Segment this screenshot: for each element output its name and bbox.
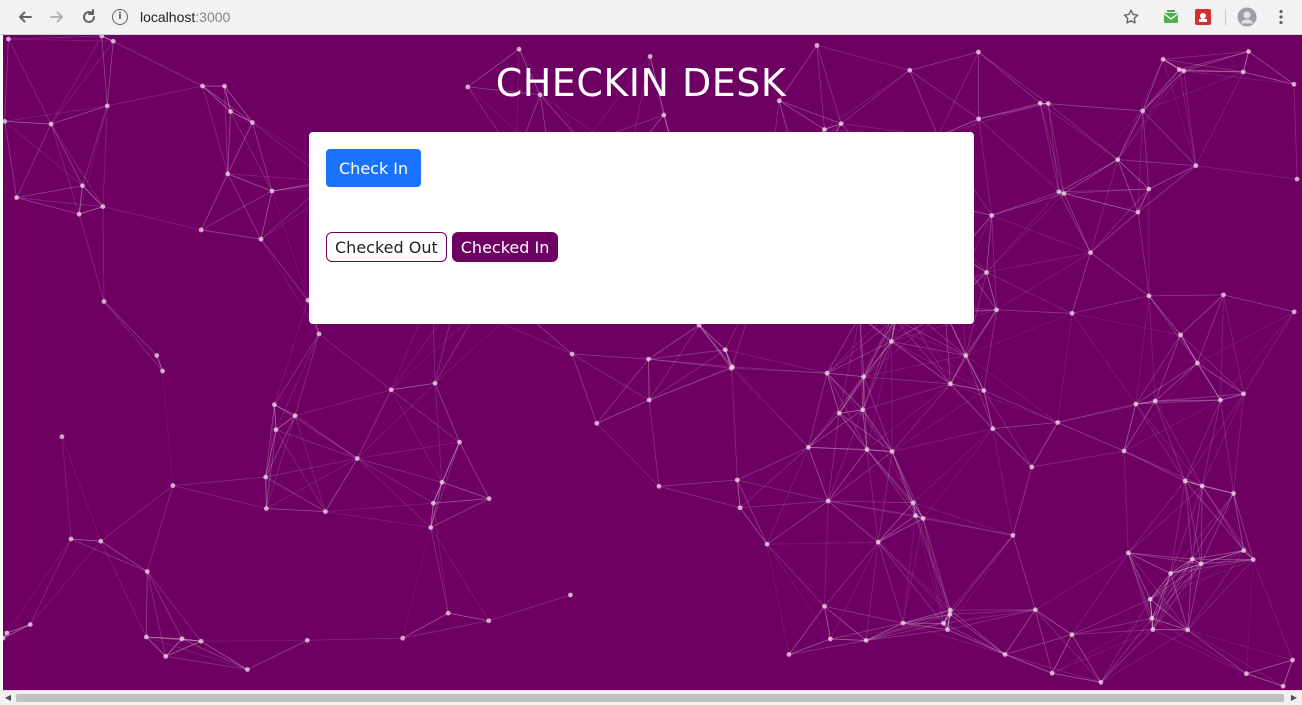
profile-button[interactable] [1237, 7, 1257, 27]
reload-button[interactable] [77, 5, 101, 29]
checkin-card: Check In Checked Out Checked In [309, 132, 974, 324]
horizontal-scrollbar[interactable]: ◀ ▶ [0, 690, 1302, 705]
page-title: CHECKIN DESK [495, 61, 787, 105]
page-viewport: CHECKIN DESK Check In Checked Out Checke… [3, 35, 1302, 690]
browser-toolbar: i localhost:3000 [0, 0, 1302, 35]
info-icon[interactable]: i [112, 9, 128, 25]
reload-icon [83, 9, 95, 23]
scroll-right-arrow-icon[interactable]: ▶ [1288, 693, 1300, 703]
checked-out-toggle[interactable]: Checked Out [326, 232, 447, 262]
url-text[interactable]: localhost:3000 [140, 9, 230, 25]
extension-red-button[interactable] [1193, 7, 1213, 27]
star-icon [1123, 9, 1139, 24]
puzzle-extension-icon [1195, 9, 1211, 25]
arrow-left-icon [19, 11, 32, 23]
extension-mail-button[interactable] [1161, 7, 1181, 27]
arrow-right-icon [50, 11, 63, 23]
url-port: :3000 [195, 9, 231, 25]
forward-button[interactable] [45, 5, 69, 29]
back-button[interactable] [13, 5, 37, 29]
check-in-button[interactable]: Check In [326, 149, 422, 187]
avatar-icon [1237, 7, 1257, 27]
kebab-menu-icon [1279, 9, 1283, 25]
address-bar[interactable]: i localhost:3000 [112, 4, 1152, 30]
url-host: localhost [140, 9, 196, 25]
mail-extension-icon [1164, 10, 1178, 23]
toolbar-divider [1225, 9, 1226, 26]
browser-menu-button[interactable] [1271, 7, 1291, 27]
checked-in-toggle[interactable]: Checked In [451, 232, 559, 262]
scrollbar-thumb[interactable] [16, 694, 1284, 702]
bookmark-button[interactable] [1121, 7, 1141, 27]
status-toggle-group: Checked Out Checked In [326, 232, 559, 262]
scroll-left-arrow-icon[interactable]: ◀ [2, 693, 14, 703]
